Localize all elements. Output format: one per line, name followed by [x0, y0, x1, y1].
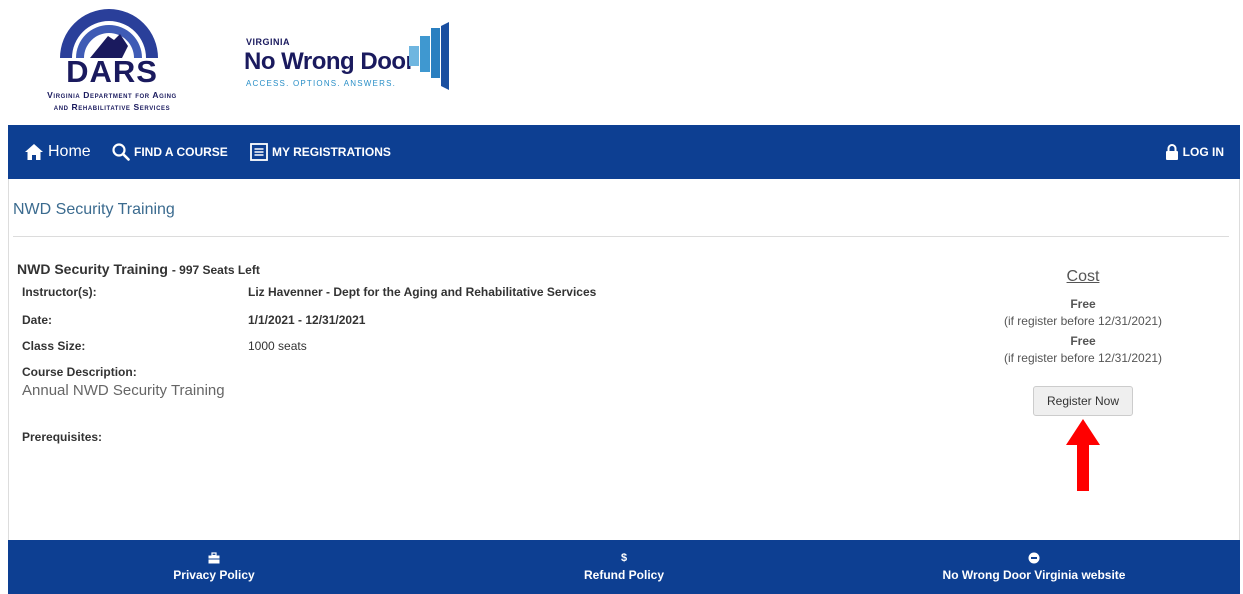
red-arrow-annotation-icon — [1066, 419, 1100, 491]
date-label: Date: — [22, 313, 53, 327]
course-description-value: Annual NWD Security Training — [22, 382, 225, 399]
site-header: DARS Virginia Department for Aging and R… — [0, 0, 1243, 125]
cost-section: Cost Free (if register before 12/31/2021… — [993, 267, 1173, 365]
lock-icon — [1165, 144, 1178, 160]
footer-privacy-policy[interactable]: Privacy Policy — [64, 540, 364, 594]
nwd-tagline: ACCESS. OPTIONS. ANSWERS. — [246, 79, 397, 88]
date-value: 1/1/2021 - 12/31/2021 — [248, 313, 366, 327]
nav-find-a-course[interactable]: FIND A COURSE — [112, 125, 228, 179]
nav-login-label: LOG IN — [1182, 145, 1224, 159]
footer-refund-policy[interactable]: $ Refund Policy — [474, 540, 774, 594]
nwd-name: No Wrong Door — [244, 48, 415, 75]
home-icon — [25, 144, 43, 160]
instructor-value: Liz Havenner - Dept for the Aging and Re… — [248, 285, 597, 299]
site-footer: Privacy Policy $ Refund Policy No Wrong … — [8, 540, 1240, 594]
main-navigation: Home FIND A COURSE MY REGISTRATIONS LOG … — [8, 125, 1240, 179]
page-title: NWD Security Training — [13, 201, 175, 218]
search-icon — [112, 143, 130, 161]
course-description-label: Course Description: — [22, 365, 137, 379]
nav-login[interactable]: LOG IN — [1165, 125, 1224, 179]
nav-home-label: Home — [48, 143, 91, 160]
cost-title: Cost — [1066, 268, 1100, 285]
minus-circle-icon — [1028, 552, 1040, 564]
course-detail-panel: NWD Security Training NWD Security Train… — [8, 179, 1240, 540]
seats-left: - 997 Seats Left — [171, 263, 260, 277]
class-size-value: 1000 seats — [248, 339, 307, 353]
footer-refund-policy-label: Refund Policy — [583, 568, 664, 582]
cost-price: Free — [1070, 334, 1096, 348]
class-size-label: Class Size: — [22, 339, 86, 353]
cost-note: (if register before 12/31/2021) — [1003, 351, 1163, 365]
cost-price: Free — [1070, 297, 1096, 311]
list-icon — [250, 143, 268, 161]
dars-wordmark: DARS — [66, 54, 158, 89]
briefcase-icon — [208, 552, 220, 564]
dollar-icon: $ — [620, 552, 628, 564]
nav-my-registrations[interactable]: MY REGISTRATIONS — [250, 125, 391, 179]
dars-logo[interactable]: DARS Virginia Department for Aging and R… — [14, 6, 210, 116]
dars-subtitle-line2: and Rehabilitative Services — [53, 102, 171, 112]
cost-note: (if register before 12/31/2021) — [1003, 314, 1163, 328]
footer-nwd-website-label: No Wrong Door Virginia website — [942, 568, 1126, 582]
dars-subtitle-line1: Virginia Department for Aging — [47, 90, 177, 100]
nav-my-registrations-label: MY REGISTRATIONS — [272, 145, 391, 159]
dars-arc-icon — [60, 9, 158, 58]
nwd-doors-icon — [409, 22, 449, 90]
title-divider — [13, 236, 1229, 237]
register-now-button[interactable]: Register Now — [1033, 386, 1133, 416]
course-heading: NWD Security Training - 997 Seats Left — [17, 261, 260, 277]
instructor-label: Instructor(s): — [22, 285, 97, 299]
footer-privacy-policy-label: Privacy Policy — [173, 568, 255, 582]
no-wrong-door-logo[interactable]: VIRGINIA No Wrong Door ACCESS. OPTIONS. … — [244, 22, 454, 92]
prerequisites-label: Prerequisites: — [22, 430, 103, 444]
course-name: NWD Security Training — [17, 261, 168, 277]
nav-home[interactable]: Home — [24, 125, 91, 179]
footer-nwd-website[interactable]: No Wrong Door Virginia website — [884, 540, 1184, 594]
nwd-state-label: VIRGINIA — [246, 37, 291, 47]
nav-find-a-course-label: FIND A COURSE — [134, 145, 228, 159]
